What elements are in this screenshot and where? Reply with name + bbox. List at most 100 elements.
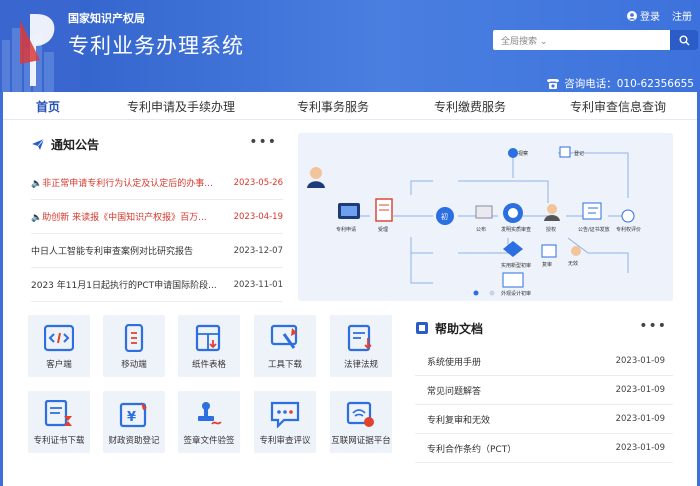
tile-label: 纸件表格 <box>191 360 226 370</box>
tile-mobile[interactable]: 移动端 <box>103 315 165 377</box>
flow-invalid-icon <box>571 246 581 256</box>
tile-label: 专利审查评议 <box>259 436 311 446</box>
notice-item-date: 2023-12-07 <box>233 245 283 256</box>
flow-label: 公告/证书发放 <box>578 226 610 233</box>
notice-title: 通知公告 <box>31 133 283 155</box>
search-icon <box>679 35 689 45</box>
notice-item-date: 2023-05-26 <box>233 177 283 188</box>
top-links: 登录 注册 <box>627 8 692 23</box>
tile-finance[interactable]: ¥ 财政资助登记 <box>103 391 165 453</box>
help-item-text: 系统使用手册 <box>427 357 482 368</box>
help-title-label: 帮助文档 <box>435 321 484 336</box>
tile-client[interactable]: 客户端 <box>28 315 90 377</box>
list-item[interactable]: 系统使用手册 2023-01-09 <box>415 347 673 376</box>
nav-application[interactable]: 专利申请及手续办理 <box>127 98 235 115</box>
list-item[interactable]: 🔈助创新 来读报《中国知识产权报》百万... 2023-04-19 <box>31 200 283 234</box>
help-item-text: 专利复审和无效 <box>427 415 491 426</box>
notice-more-button[interactable]: ••• <box>249 135 277 149</box>
carousel-dot-active[interactable] <box>473 290 479 296</box>
code-icon <box>44 324 74 352</box>
help-item-text: 常见问题解答 <box>427 386 482 397</box>
notice-panel: 通知公告 ••• 🔈非正常申请专利行为认定及认定后的办事... 2023-05-… <box>31 133 283 302</box>
flow-label: 公布 <box>476 226 486 233</box>
notice-list: 🔈非正常申请专利行为认定及认定后的办事... 2023-05-26 🔈助创新 来… <box>31 166 283 302</box>
list-item[interactable]: 中日人工智能专利审查案例对比研究报告 2023-12-07 <box>31 234 283 268</box>
search-scope-select[interactable]: 全局搜索 ⌄ <box>493 34 553 47</box>
tile-evidence[interactable]: 互联网证据平台 <box>330 391 392 453</box>
carousel-dot[interactable] <box>489 290 495 296</box>
login-link[interactable]: 登录 <box>627 8 660 23</box>
tile-law[interactable]: 法律法规 <box>330 315 392 377</box>
flow-person-icon <box>307 167 325 188</box>
main-content: 通知公告 ••• 🔈非正常申请专利行为认定及认定后的办事... 2023-05-… <box>3 120 697 486</box>
tile-label: 法律法规 <box>343 360 378 370</box>
law-icon <box>347 324 372 352</box>
nav-fees[interactable]: 专利缴费服务 <box>434 98 506 115</box>
help-item-date: 2023-01-09 <box>615 414 665 424</box>
process-flow-banner[interactable]: 专利申请 受理 初 公布 发明实质审查 授权 公告/证书发放 实用新型初审 外观… <box>298 133 673 301</box>
tile-review[interactable]: 专利审查评议 <box>254 391 316 453</box>
flow-label: 外观设计初审 <box>501 290 531 297</box>
flow-utility-icon <box>503 241 523 257</box>
help-doc-icon <box>416 322 428 334</box>
flow-label: 受理 <box>378 226 388 233</box>
global-search: 全局搜索 ⌄ <box>493 30 698 50</box>
register-link[interactable]: 注册 <box>672 8 692 23</box>
flow-register-icon <box>559 146 571 158</box>
mobile-icon <box>124 324 144 352</box>
help-item-date: 2023-01-09 <box>615 356 665 366</box>
tile-label: 客户端 <box>46 360 72 370</box>
stamp-icon <box>198 402 222 425</box>
tile-forms[interactable]: 纸件表格 <box>178 315 240 377</box>
megaphone-icon: 🔈 <box>31 213 43 223</box>
flow-certificate-icon <box>582 202 602 220</box>
flow-label: 专利申请 <box>336 226 356 233</box>
tile-tools[interactable]: 工具下载 <box>254 315 316 377</box>
hotline: 咨询电话：010-62356655 <box>546 76 694 91</box>
hotline-text: 咨询电话：010-62356655 <box>564 78 694 90</box>
help-panel: 帮助文档 ••• 系统使用手册 2023-01-09 常见问题解答 2023-0… <box>415 317 673 463</box>
flow-label: 复审 <box>542 261 552 268</box>
svg-text:¥: ¥ <box>127 410 136 425</box>
tile-label: 互联网证据平台 <box>331 436 391 446</box>
search-input[interactable] <box>553 31 670 49</box>
nav-home[interactable]: 首页 <box>36 98 60 115</box>
nav-query[interactable]: 专利审查信息查询 <box>570 98 666 115</box>
flow-document-icon <box>375 198 393 222</box>
notice-item-text: 中日人工智能专利审查案例对比研究报告 <box>31 247 194 257</box>
help-list: 系统使用手册 2023-01-09 常见问题解答 2023-01-09 专利复审… <box>415 347 673 463</box>
flow-label: 专利权评价 <box>616 226 641 233</box>
search-button[interactable] <box>670 30 698 50</box>
finance-icon: ¥ <box>119 402 147 428</box>
tile-label: 工具下载 <box>267 360 302 370</box>
paper-plane-icon <box>32 138 45 150</box>
notice-item-text: 助创新 来读报《中国知识产权报》百万... <box>42 213 207 223</box>
flow-review-icon <box>503 203 523 223</box>
notice-item-date: 2023-11-01 <box>233 279 283 290</box>
help-item-date: 2023-01-09 <box>615 443 665 453</box>
flow-computer-icon <box>338 203 360 219</box>
flow-reexam-icon <box>541 244 557 258</box>
flow-label: 无效 <box>568 260 578 267</box>
help-title: 帮助文档 <box>415 317 673 339</box>
comment-icon <box>270 401 300 428</box>
flow-label: 实用新型初审 <box>501 262 531 269</box>
flow-publish-icon <box>475 205 493 219</box>
help-more-button[interactable]: ••• <box>639 319 667 333</box>
nav-affairs[interactable]: 专利事务服务 <box>297 98 369 115</box>
tools-icon <box>270 324 298 349</box>
certificate-icon <box>44 400 72 427</box>
list-item[interactable]: 2023 年11月1日起执行的PCT申请国际阶段... 2023-11-01 <box>31 268 283 302</box>
flow-diagram: 专利申请 受理 初 公布 发明实质审查 授权 公告/证书发放 实用新型初审 外观… <box>307 146 641 297</box>
list-item[interactable]: 专利合作条约（PCT） 2023-01-09 <box>415 434 673 463</box>
list-item[interactable]: 🔈非正常申请专利行为认定及认定后的办事... 2023-05-26 <box>31 166 283 200</box>
tile-certificate[interactable]: 专利证书下载 <box>28 391 90 453</box>
list-item[interactable]: 专利复审和无效 2023-01-09 <box>415 405 673 434</box>
flow-label: 登记 <box>574 150 584 157</box>
system-title: 专利业务办理系统 <box>68 34 244 58</box>
flow-evaluation-icon <box>621 209 635 223</box>
tile-label: 专利证书下载 <box>33 436 85 446</box>
list-item[interactable]: 常见问题解答 2023-01-09 <box>415 376 673 405</box>
tile-stamp[interactable]: 签章文件验签 <box>178 391 240 453</box>
phone-icon <box>547 78 560 89</box>
